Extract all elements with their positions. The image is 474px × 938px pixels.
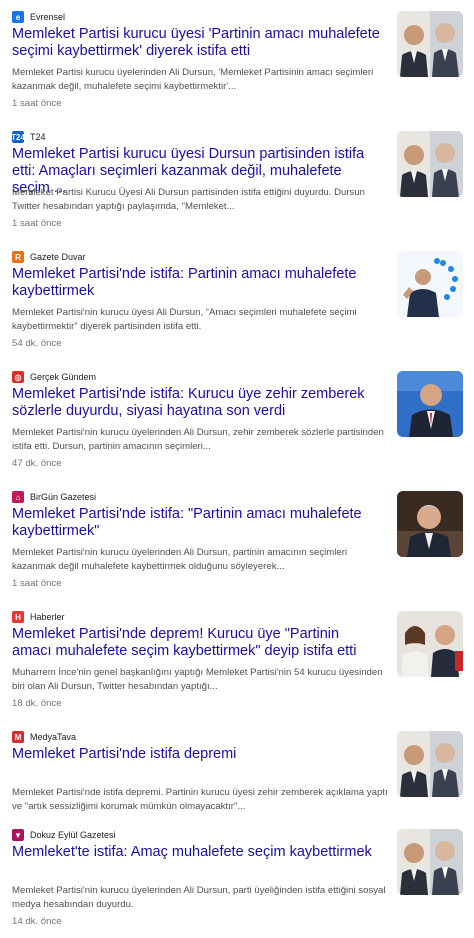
article-timestamp: 14 dk. önce xyxy=(12,916,62,927)
article-title-link[interactable]: Memleket Partisi'nde istifa: Partinin am… xyxy=(12,266,380,300)
article-snippet: Memleket Partisi kurucu üyelerinden Ali … xyxy=(12,67,374,92)
article-snippet: Memleket Partisi'nde istifa depremi. Par… xyxy=(12,787,388,812)
news-card[interactable]: H Haberler Memleket Partisi'nde deprem! Ku… xyxy=(0,600,474,720)
article-timestamp: 18 dk. önce xyxy=(12,698,62,709)
article-timestamp: 1 saat önce xyxy=(12,218,62,229)
news-card[interactable]: ▼ Dokuz Eylül Gazetesi Memleket'te istifa:… xyxy=(0,818,474,938)
article-thumbnail-image[interactable] xyxy=(397,11,463,77)
article-title-link[interactable]: Memleket Partisi kurucu üyesi 'Partinin … xyxy=(12,26,380,60)
article-thumbnail-image[interactable] xyxy=(397,371,463,437)
source-name: MedyaTava xyxy=(30,732,77,742)
t24-logo-icon: T24 xyxy=(12,131,24,143)
source-name: Dokuz Eylül Gazetesi xyxy=(30,830,116,840)
gazete-duvar-logo-icon: R xyxy=(12,251,24,263)
source-row[interactable]: ⌂ BirGün Gazetesi xyxy=(12,490,96,504)
source-name: Gerçek Gündem xyxy=(30,372,97,382)
medyatava-logo-icon: M xyxy=(12,731,24,743)
gercek-gundem-logo-icon: ◎ xyxy=(12,371,24,383)
birgun-logo-icon: ⌂ xyxy=(12,491,24,503)
article-title-link[interactable]: Memleket'te istifa: Amaç muhalefete seçi… xyxy=(12,844,380,861)
source-row[interactable]: R Gazete Duvar xyxy=(12,250,86,264)
article-snippet: Memleket Partisi Kurucu Üyesi Ali Dursun… xyxy=(12,187,365,212)
source-name: Gazete Duvar xyxy=(30,252,86,262)
news-card[interactable]: ⌂ BirGün Gazetesi Memleket Partisi'nde ist… xyxy=(0,480,474,600)
article-thumbnail-image[interactable] xyxy=(397,251,463,317)
news-card[interactable]: ◎ Gerçek Gündem Memleket Partisi'nde istif… xyxy=(0,360,474,480)
article-thumbnail-image[interactable] xyxy=(397,131,463,197)
source-name: Haberler xyxy=(30,612,65,622)
source-row[interactable]: M MedyaTava xyxy=(12,730,76,744)
source-row[interactable]: ◎ Gerçek Gündem xyxy=(12,370,96,384)
news-card[interactable]: e Evrensel Memleket Partisi kurucu üyesi '… xyxy=(0,0,474,120)
dokuz-eylul-logo-icon: ▼ xyxy=(12,829,24,841)
article-timestamp: 47 dk. önce xyxy=(12,458,62,469)
article-snippet: Memleket Partisi'nin kurucu üyesi Ali Du… xyxy=(12,307,357,332)
article-snippet: Muharrem İnce'nin genel başkanlığını yap… xyxy=(12,667,383,692)
article-title-link[interactable]: Memleket Partisi'nde deprem! Kurucu üye … xyxy=(12,626,380,660)
article-timestamp: 1 saat önce xyxy=(12,98,62,109)
article-thumbnail-image[interactable] xyxy=(397,829,463,895)
article-title-link[interactable]: Memleket Partisi'nde istifa depremi xyxy=(12,746,380,763)
source-name: BirGün Gazetesi xyxy=(30,492,97,502)
article-snippet: Memleket Partisi'nin kurucu üyelerinden … xyxy=(12,885,386,910)
source-row[interactable]: T24 T24 xyxy=(12,130,46,144)
news-card[interactable]: T24 T24 Memleket Partisi kurucu üyesi Durs… xyxy=(0,120,474,240)
source-row[interactable]: e Evrensel xyxy=(12,10,65,24)
evrensel-logo-icon: e xyxy=(12,11,24,23)
news-card[interactable]: R Gazete Duvar Memleket Partisi'nde istifa… xyxy=(0,240,474,360)
source-row[interactable]: ▼ Dokuz Eylül Gazetesi xyxy=(12,828,116,842)
source-row[interactable]: H Haberler xyxy=(12,610,65,624)
haberler-logo-icon: H xyxy=(12,611,24,623)
article-snippet: Memleket Partisi'nin kurucu üyelerinden … xyxy=(12,427,384,452)
source-name: T24 xyxy=(30,132,46,142)
article-thumbnail-image[interactable] xyxy=(397,491,463,557)
news-feed: e Evrensel Memleket Partisi kurucu üyesi '… xyxy=(0,0,474,927)
article-thumbnail-image[interactable] xyxy=(397,611,463,677)
article-thumbnail-image[interactable] xyxy=(397,731,463,797)
article-timestamp: 1 saat önce xyxy=(12,578,62,589)
article-timestamp: 54 dk. önce xyxy=(12,338,62,349)
source-name: Evrensel xyxy=(30,12,66,22)
article-snippet: Memleket Partisi'nin kurucu üyelerinden … xyxy=(12,547,348,572)
article-title-link[interactable]: Memleket Partisi'nde istifa: "Partinin a… xyxy=(12,506,380,540)
article-title-link[interactable]: Memleket Partisi'nde istifa: Kurucu üye … xyxy=(12,386,380,420)
